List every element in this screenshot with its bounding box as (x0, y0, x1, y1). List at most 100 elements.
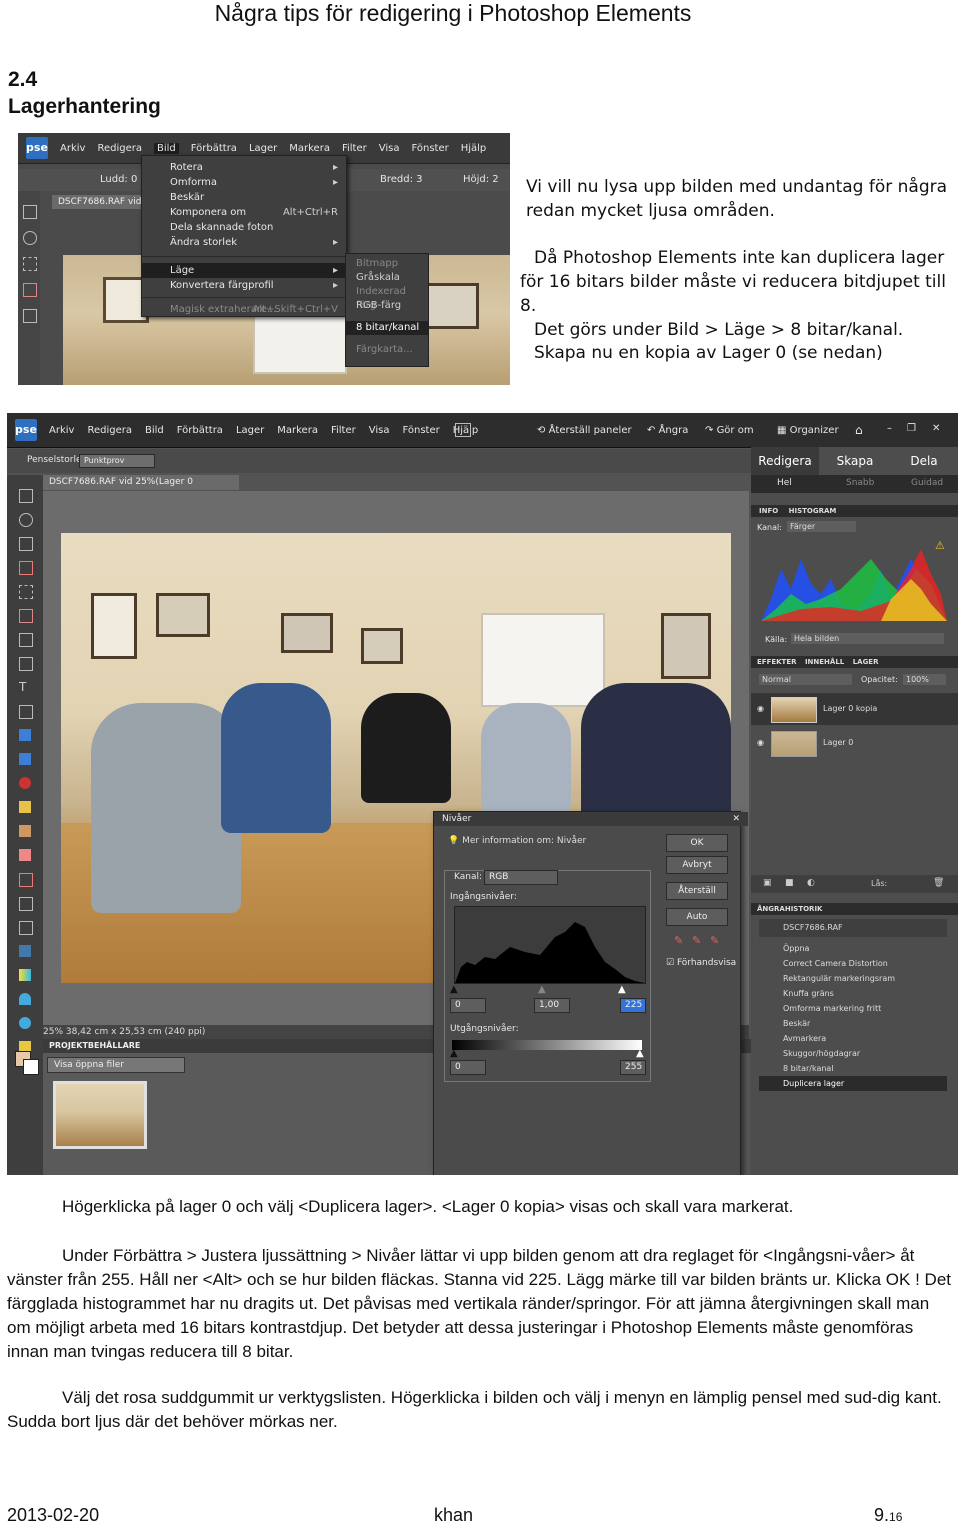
levels-info[interactable]: 💡 Mer information om: Nivåer (448, 836, 586, 846)
levels-channel-select[interactable]: RGB (484, 870, 558, 885)
black-eyedropper-icon[interactable]: ✎ (674, 934, 683, 947)
eye-icon[interactable]: ◉ (757, 693, 764, 725)
menu-rotera[interactable]: Rotera ▸ (142, 160, 346, 175)
histogram-kalla-select[interactable]: Hela bilden (791, 633, 944, 644)
eye-icon[interactable]: ◉ (757, 727, 764, 759)
menu-komponera-om[interactable]: Komponera om Alt+Ctrl+R (142, 205, 346, 220)
submenu-bitmapp[interactable]: Bitmapp (346, 257, 428, 271)
history-item[interactable]: Öppna (759, 941, 947, 956)
white-point-slider[interactable]: ▲ (618, 984, 626, 995)
menu-lage[interactable]: Läge ▸ (142, 263, 346, 278)
menu-item-bild[interactable]: Bild (153, 143, 179, 154)
menu-item-redigera[interactable]: Redigera (87, 425, 132, 436)
eyedropper-tool-icon[interactable] (19, 561, 33, 575)
menu-item-lager[interactable]: Lager (236, 425, 264, 436)
magic-wand-tool-icon[interactable] (23, 309, 37, 323)
undo-button[interactable]: ↶ Ångra (647, 425, 688, 436)
tab-info[interactable]: INFO (751, 507, 778, 515)
menu-item-bild[interactable]: Bild (145, 425, 164, 436)
tab-histogram[interactable]: HISTOGRAM (781, 507, 837, 515)
ok-button[interactable]: OK (666, 834, 728, 852)
black-point-slider[interactable]: ▲ (450, 984, 458, 995)
blend-mode-select[interactable]: Normal (759, 674, 852, 685)
menu-omforma[interactable]: Omforma ▸ (142, 175, 346, 190)
menu-item-markera[interactable]: Markera (289, 143, 330, 154)
menu-dela-skannade[interactable]: Dela skannade foton (142, 220, 346, 235)
lasso-tool-icon[interactable] (23, 283, 37, 297)
menu-item-filter[interactable]: Filter (342, 143, 367, 154)
lasso-tool-icon[interactable] (19, 609, 33, 623)
history-item-current[interactable]: Duplicera lager (759, 1076, 947, 1091)
pencil-tool-icon[interactable] (19, 873, 33, 887)
layer-row-lager-0[interactable]: ◉ Lager 0 (751, 727, 958, 759)
output-white-slider[interactable]: ▲ (636, 1048, 644, 1059)
submenu-graskala[interactable]: Gråskala (346, 271, 428, 285)
zoom-tool-icon[interactable] (19, 513, 33, 527)
history-item[interactable]: Skuggor/högdagrar (759, 1046, 947, 1061)
gamma-slider[interactable]: ▲ (538, 984, 546, 995)
width-field[interactable]: Bredd: 3 (380, 174, 423, 185)
preview-checkbox[interactable]: ☑ Förhandsvisa (666, 958, 736, 968)
history-item[interactable]: Knuffa gräns (759, 986, 947, 1001)
hand-tool-icon[interactable] (19, 537, 33, 551)
tab-effekter[interactable]: EFFEKTER (751, 658, 797, 666)
move-tool-icon[interactable] (19, 489, 33, 503)
move-tool-icon[interactable] (23, 205, 37, 219)
close-icon[interactable]: ✕ (932, 423, 940, 434)
menu-item-hjalp[interactable]: Hjälp (461, 143, 487, 154)
organizer-button[interactable]: ▦ Organizer (777, 425, 839, 436)
history-item[interactable]: Rektangulär markeringsram (759, 971, 947, 986)
menu-item-arkiv[interactable]: Arkiv (60, 143, 85, 154)
smart-brush-tool-icon[interactable] (19, 921, 33, 935)
close-icon[interactable]: ✕ (732, 812, 740, 826)
tab-dela[interactable]: Dela (891, 447, 957, 475)
menu-item-arkiv[interactable]: Arkiv (49, 425, 74, 436)
reset-panels-button[interactable]: ⟲ Återställ paneler (537, 425, 632, 436)
menu-andra-storlek[interactable]: Ändra storlek ▸ (142, 235, 346, 250)
healing-brush-tool-icon[interactable] (19, 801, 31, 813)
levels-input-black[interactable]: 0 (450, 998, 486, 1013)
trash-icon[interactable]: 🗑 (933, 878, 944, 888)
subtab-hel[interactable]: Hel (777, 478, 792, 488)
recompose-tool-icon[interactable] (19, 729, 31, 741)
auto-button[interactable]: Auto (666, 908, 728, 926)
new-group-icon[interactable]: ■ (785, 878, 794, 888)
subtab-guidad[interactable]: Guidad (911, 478, 943, 488)
subtab-snabb[interactable]: Snabb (846, 478, 874, 488)
menu-item-redigera[interactable]: Redigera (97, 143, 142, 154)
white-eyedropper-icon[interactable]: ✎ (710, 934, 719, 947)
restore-icon[interactable]: ❐ (907, 423, 916, 434)
brush-tool-icon[interactable] (19, 897, 33, 911)
redo-button[interactable]: ↷ Gör om (705, 425, 754, 436)
history-snapshot[interactable]: DSCF7686.RAF (759, 919, 947, 937)
menu-item-filter[interactable]: Filter (331, 425, 356, 436)
clone-stamp-tool-icon[interactable] (19, 825, 31, 837)
adjustment-layer-icon[interactable]: ◐ (807, 878, 815, 888)
menu-magisk-extraherare[interactable]: Magisk extraherare... Alt+Skift+Ctrl+V (142, 302, 346, 317)
histogram-kanal-select[interactable]: Färger (787, 521, 856, 532)
menu-beskar[interactable]: Beskär (142, 190, 346, 205)
history-item[interactable]: Omforma markering fritt (759, 1001, 947, 1016)
menu-konvertera-fargprofil[interactable]: Konvertera färgprofil ▸ (142, 278, 346, 293)
sample-select[interactable]: Punktprov (79, 454, 155, 468)
menu-item-forbattra[interactable]: Förbättra (177, 425, 223, 436)
levels-output-white[interactable]: 255 (620, 1060, 646, 1075)
menu-item-fonster[interactable]: Fönster (411, 143, 448, 154)
levels-output-black[interactable]: 0 (450, 1060, 486, 1075)
menu-item-visa[interactable]: Visa (379, 143, 400, 154)
cancel-button[interactable]: Avbryt (666, 856, 728, 874)
submenu-indexerad-farg[interactable]: Indexerad färg (346, 285, 428, 311)
levels-input-white[interactable]: 225 (620, 998, 646, 1013)
tab-skapa[interactable]: Skapa (821, 447, 889, 475)
minimize-icon[interactable]: – (887, 423, 892, 434)
gradient-tool-icon[interactable] (19, 969, 31, 981)
menu-item-forbattra[interactable]: Förbättra (191, 143, 237, 154)
paint-bucket-tool-icon[interactable] (19, 945, 31, 957)
menu-item-markera[interactable]: Markera (277, 425, 318, 436)
gray-eyedropper-icon[interactable]: ✎ (692, 934, 701, 947)
eraser-tool-icon[interactable] (19, 849, 31, 861)
height-field[interactable]: Höjd: 2 (463, 174, 499, 185)
submenu-rgb-farg[interactable]: RGB-färg (346, 299, 428, 313)
reset-button[interactable]: Återställ (666, 882, 728, 900)
straighten-tool-icon[interactable] (19, 753, 31, 765)
